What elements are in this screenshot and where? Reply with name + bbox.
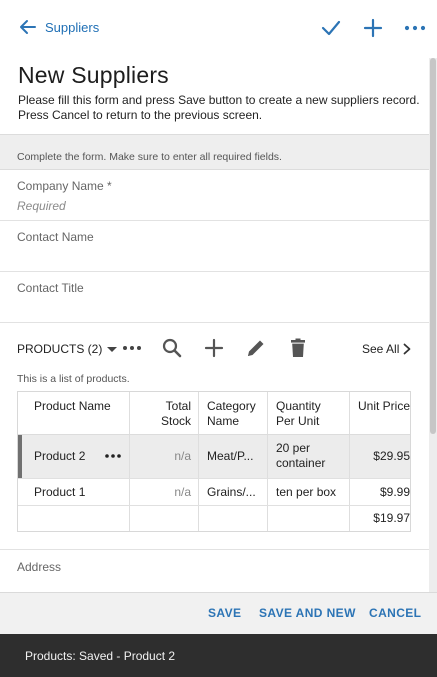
cell-text: Grains/... [207,485,256,499]
products-description: This is a list of products. [17,373,130,385]
save-and-new-button[interactable]: SAVE AND NEW [259,606,356,620]
contact-title-label: Contact Title [17,281,84,295]
unit-price-total: $19.97 [373,511,410,525]
top-bar: Suppliers [0,0,437,58]
column-label: Quantity Per Unit [276,399,321,428]
totals-row: $19.97 [18,506,410,531]
back-label: Suppliers [45,19,100,35]
action-bar: SAVE SAVE AND NEW CANCEL [0,592,437,634]
cell-unit-price-total: $19.97 [350,506,410,531]
cell-empty [18,506,130,531]
form-hint-bar: Complete the form. Make sure to enter al… [0,134,429,170]
more-icon[interactable] [121,337,143,359]
cell-text: $9.99 [379,485,410,499]
cell-product-name: Product 1 [18,479,130,505]
company-name-input[interactable]: Required [17,199,66,213]
cell-text: ten per box [276,485,337,499]
cancel-button[interactable]: CANCEL [369,606,421,620]
column-header-total-stock[interactable]: Total Stock [130,392,199,434]
plus-icon[interactable] [362,17,384,39]
products-grid: Product Name Total Stock Category Name Q… [17,391,411,532]
back-button[interactable]: Suppliers [18,17,99,37]
grid-header: Product Name Total Stock Category Name Q… [18,392,410,435]
address-field[interactable]: Address [0,549,429,593]
cell-category-name: Grains/... [199,479,268,505]
column-header-unit-price[interactable]: Unit Price [350,392,410,434]
arrow-left-icon [20,20,36,34]
column-header-category-name[interactable]: Category Name [199,392,268,434]
save-button[interactable]: SAVE [208,606,241,620]
scrollbar-thumb[interactable] [430,58,436,434]
table-row[interactable]: Product 2 n/a Meat/P... 20 per container… [18,435,410,479]
cell-empty [268,506,350,531]
page-description: Please fill this form and press Save but… [18,93,420,122]
cell-quantity-per-unit: ten per box [268,479,350,505]
cell-empty [130,506,199,531]
cell-text: n/a [174,449,191,463]
cell-text: n/a [174,485,191,499]
column-label: Total Stock [160,399,191,428]
table-row[interactable]: Product 1 n/a Grains/... ten per box $9.… [18,479,410,506]
row-more-icon[interactable] [104,451,122,461]
column-label: Product Name [34,399,111,413]
column-header-quantity-per-unit[interactable]: Quantity Per Unit [268,392,350,434]
cell-quantity-per-unit: 20 per container [268,435,350,478]
cell-product-name: Product 2 [18,435,130,478]
form-hint: Complete the form. Make sure to enter al… [17,151,282,163]
address-label: Address [17,560,62,574]
cell-text: 20 per container [276,441,326,470]
cell-total-stock: n/a [130,479,199,505]
contact-name-label: Contact Name [17,230,94,244]
search-icon[interactable] [161,337,183,359]
column-label: Unit Price [357,399,410,413]
toast-message: Products: Saved - Product 2 [25,649,176,663]
plus-icon[interactable] [203,337,225,359]
cell-unit-price: $29.95 [350,435,410,478]
cell-total-stock: n/a [130,435,199,478]
products-dropdown[interactable]: PRODUCTS (2) [17,342,118,356]
see-all-link[interactable]: See All [362,342,412,356]
cell-text: $29.95 [373,449,410,463]
column-label: Category Name [207,399,256,428]
column-header-product-name[interactable]: Product Name [18,392,130,434]
cell-category-name: Meat/P... [199,435,268,478]
cell-text: Meat/P... [207,449,254,463]
cell-text: Product 1 [34,485,86,499]
check-icon[interactable] [320,17,342,39]
see-all-label: See All [362,342,400,356]
company-name-field[interactable]: Company Name * Required [0,170,429,221]
cell-empty [199,506,268,531]
products-title: PRODUCTS (2) [17,342,103,356]
contact-name-field[interactable]: Contact Name [0,221,429,272]
caret-down-icon [107,346,118,352]
toast-notification[interactable]: Products: Saved - Product 2 [0,634,437,677]
page-title: New Suppliers [18,62,169,88]
contact-title-field[interactable]: Contact Title [0,272,429,323]
products-toolbar: PRODUCTS (2) See All [0,322,429,374]
cell-text: Product 2 [34,449,86,463]
pencil-icon[interactable] [245,337,267,359]
company-name-label: Company Name * [17,179,112,193]
more-icon[interactable] [404,17,426,39]
cell-unit-price: $9.99 [350,479,410,505]
chevron-right-icon [403,343,411,355]
trash-icon[interactable] [287,337,309,359]
